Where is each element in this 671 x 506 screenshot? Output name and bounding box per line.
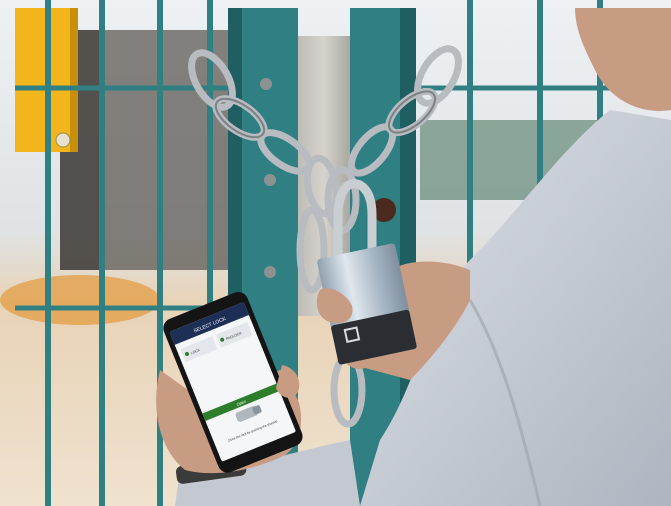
yellow-box-edge — [70, 8, 78, 152]
gate-bolt — [264, 174, 276, 186]
background-flowers — [0, 275, 160, 325]
yellow-box-screw — [55, 132, 71, 148]
gate-bolt — [260, 78, 272, 90]
photo-scene: SELECT LOCK LOCK PADLOCK Open Close the … — [0, 0, 671, 506]
gate-bolt — [264, 266, 276, 278]
